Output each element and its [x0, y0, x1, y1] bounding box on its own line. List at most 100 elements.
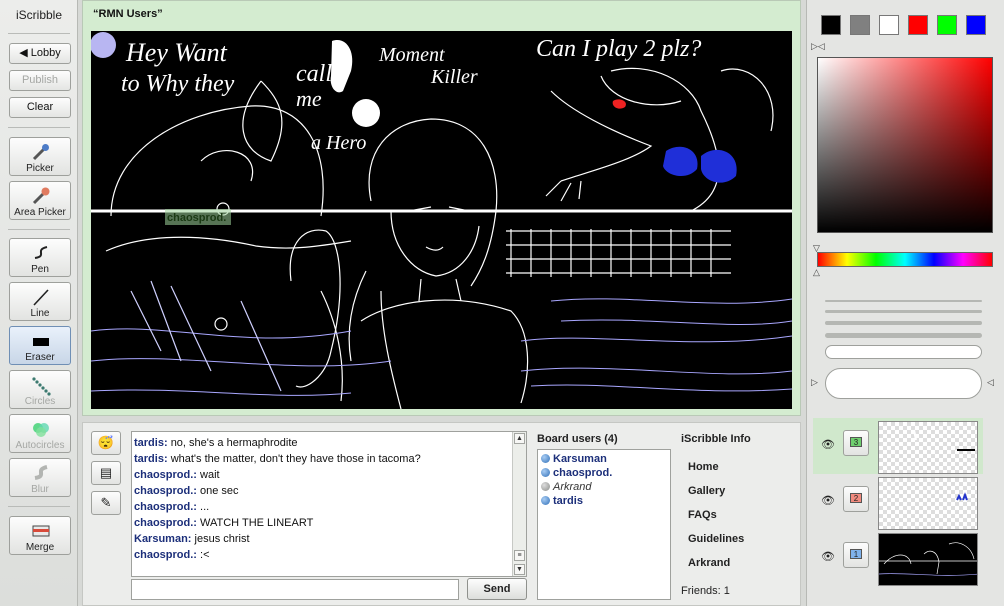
user-status-icon: [541, 468, 550, 477]
line-tool-button[interactable]: Line: [9, 282, 71, 321]
user-item[interactable]: Karsuman: [541, 452, 667, 466]
drawing-art: Hey Want to Why they call me a Hero Mome…: [91, 32, 792, 409]
doodle-text-hey: Hey Want: [125, 38, 228, 67]
eraser-icon: [33, 338, 49, 346]
tool-label: Area Picker: [14, 207, 66, 218]
layer-row[interactable]: 👁 3: [813, 418, 983, 474]
user-item[interactable]: tardis: [541, 494, 667, 508]
user-name: tardis: [553, 495, 583, 507]
chat-message: chaosprod.: :<: [134, 547, 526, 563]
send-button[interactable]: Send: [467, 578, 527, 600]
chat-log[interactable]: tardis: no, she's a hermaphrodite tardis…: [131, 431, 527, 577]
swatch-red[interactable]: [908, 15, 928, 35]
layer-thumbnail[interactable]: [878, 533, 978, 586]
chat-panel: 😴 ▤ ✎ tardis: no, she's a hermaphrodite …: [82, 422, 801, 606]
lobby-label: Lobby: [30, 47, 61, 59]
eyedropper-icon: [32, 144, 49, 161]
profile-link[interactable]: Arkrand: [688, 557, 730, 569]
film-button[interactable]: ▤: [91, 461, 121, 485]
eye-icon[interactable]: 👁: [821, 550, 835, 563]
merge-button[interactable]: Merge: [9, 516, 71, 555]
autocircles-tool-button[interactable]: Autocircles: [9, 414, 71, 453]
drawing-canvas[interactable]: Hey Want to Why they call me a Hero Mome…: [91, 31, 792, 409]
chat-username: chaosprod.:: [134, 517, 197, 529]
pen-tool-button[interactable]: Pen: [9, 238, 71, 277]
user-status-icon: [541, 454, 550, 463]
smiley-icon: 😴: [97, 435, 115, 450]
picker-marker-icon: ▷◁: [811, 41, 825, 51]
brush-size-option[interactable]: [825, 345, 982, 359]
layer-preview: [879, 542, 977, 576]
eye-icon[interactable]: 👁: [821, 494, 835, 507]
brush-marker-icon: ◁: [987, 377, 994, 387]
lobby-button[interactable]: ◀ Lobby: [9, 43, 71, 64]
board-users-list: Karsuman chaosprod. Arkrand tardis: [537, 449, 671, 600]
publish-button[interactable]: Publish: [9, 70, 71, 91]
circles-tool-button[interactable]: Circles: [9, 370, 71, 409]
layer-select-button[interactable]: 1: [843, 542, 869, 568]
chat-message: chaosprod.: WATCH THE LINEART: [134, 515, 526, 531]
area-picker-tool-button[interactable]: Area Picker: [9, 181, 71, 220]
faqs-link[interactable]: FAQs: [688, 509, 717, 521]
swatch-black[interactable]: [821, 15, 841, 35]
chat-input[interactable]: [131, 579, 459, 600]
layer-select-button[interactable]: 3: [843, 430, 869, 456]
brush-size-selected[interactable]: [825, 368, 982, 399]
chat-message: chaosprod.: one sec: [134, 483, 526, 499]
picker-tool-button[interactable]: Picker: [9, 137, 71, 176]
user-item[interactable]: Arkrand: [541, 480, 667, 494]
chat-username: chaosprod.:: [134, 469, 197, 481]
layer-row[interactable]: 👁 1: [813, 530, 983, 586]
area-picker-icon: [32, 187, 50, 205]
eye-icon[interactable]: 👁: [821, 438, 835, 451]
eraser-tool-button[interactable]: Eraser: [9, 326, 71, 365]
layer-select-button[interactable]: 2: [843, 486, 869, 512]
layer-number: 2: [850, 493, 862, 503]
scroll-thumb[interactable]: ≡: [514, 550, 525, 561]
doodle-text-moment: Moment: [378, 44, 445, 66]
smiley-button[interactable]: 😴: [91, 431, 121, 455]
notepad-icon: ✎: [100, 495, 112, 510]
clear-button[interactable]: Clear: [9, 97, 71, 118]
chat-message: tardis: no, she's a hermaphrodite: [134, 435, 526, 451]
divider: [8, 33, 70, 34]
swatch-gray[interactable]: [850, 15, 870, 35]
tool-label: Autocircles: [15, 440, 65, 451]
scroll-up-icon[interactable]: ▲: [514, 433, 525, 444]
chat-scrollbar[interactable]: ▲ ≡ ▼: [512, 432, 526, 576]
chat-username: chaosprod.:: [134, 485, 197, 497]
brush-size-option[interactable]: [825, 310, 982, 313]
layer-preview: [956, 492, 968, 501]
brush-size-option[interactable]: [825, 321, 982, 325]
gallery-link[interactable]: Gallery: [688, 485, 725, 497]
merge-icon: [32, 525, 50, 537]
layer-thumbnail[interactable]: [878, 421, 978, 474]
doodle-text-killer: Killer: [430, 66, 478, 88]
blur-tool-button[interactable]: Blur: [9, 458, 71, 497]
line-icon: [33, 289, 49, 306]
back-arrow-icon: ◀: [19, 47, 31, 59]
chat-username: tardis:: [134, 437, 168, 449]
tool-sidebar: iScribble ◀ Lobby Publish Clear Picker A…: [0, 0, 78, 606]
layer-row[interactable]: 👁 2: [813, 474, 983, 530]
swatch-white[interactable]: [879, 15, 899, 35]
doodle-text-to-why: to Why they: [121, 71, 235, 97]
scroll-down-icon[interactable]: ▼: [514, 564, 525, 575]
layer-thumbnail[interactable]: [878, 477, 978, 530]
tool-label: Picker: [26, 163, 54, 174]
color-saturation-picker[interactable]: [817, 57, 993, 233]
guidelines-link[interactable]: Guidelines: [688, 533, 744, 545]
brush-size-option[interactable]: [825, 300, 982, 302]
notepad-button[interactable]: ✎: [91, 491, 121, 515]
hue-slider[interactable]: [817, 252, 993, 267]
layer-number: 3: [850, 437, 862, 447]
divider: [8, 127, 70, 128]
tool-label: Circles: [24, 396, 56, 407]
brush-marker-icon: ▷: [811, 377, 818, 387]
swatch-blue[interactable]: [966, 15, 986, 35]
swatch-green[interactable]: [937, 15, 957, 35]
brush-size-option[interactable]: [825, 333, 982, 338]
remote-cursor-label: chaosprod.: [167, 212, 226, 224]
home-link[interactable]: Home: [688, 461, 719, 473]
user-item[interactable]: chaosprod.: [541, 466, 667, 480]
